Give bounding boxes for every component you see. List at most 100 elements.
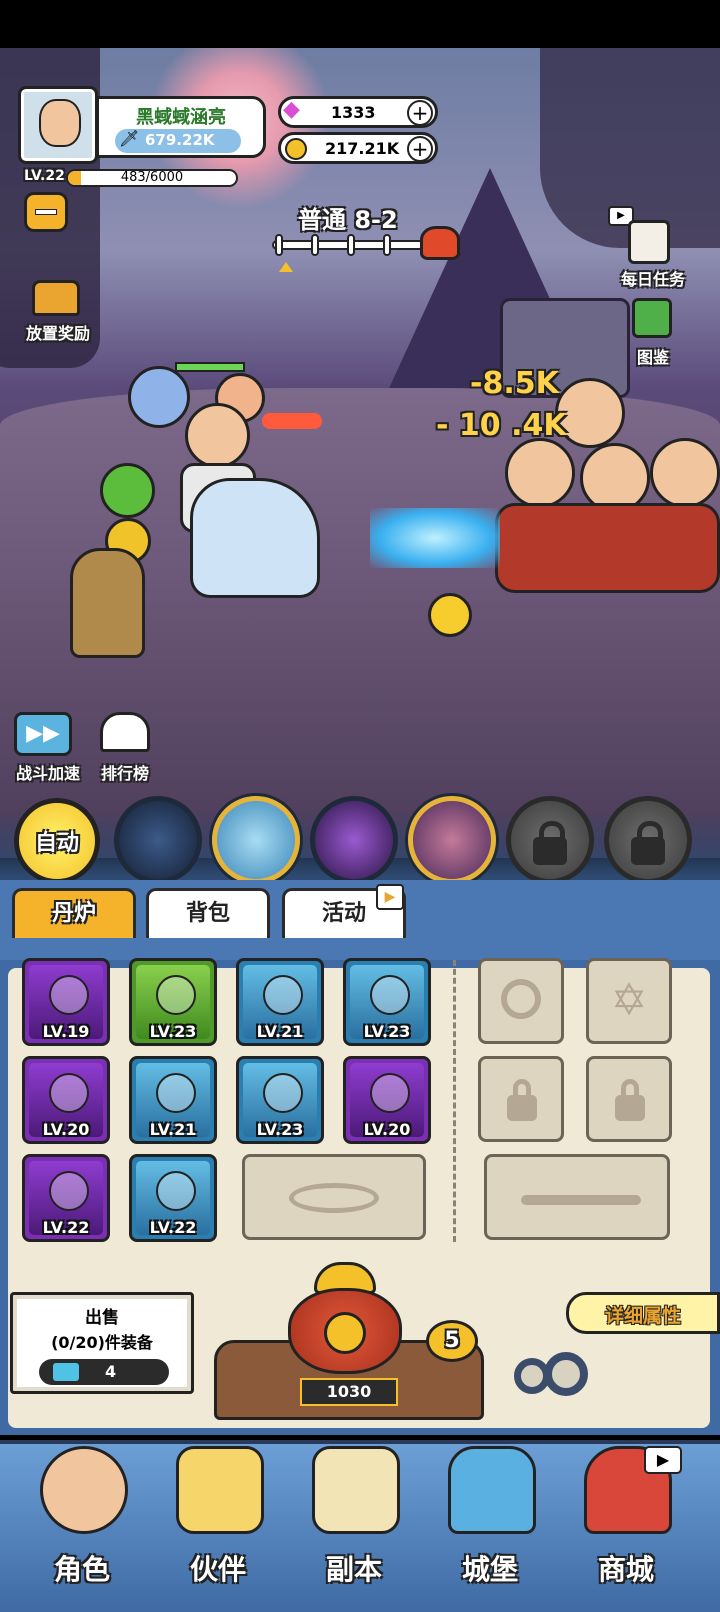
task-list-icon <box>628 220 670 264</box>
equipment-art <box>156 975 196 1015</box>
player-avatar[interactable] <box>18 86 98 164</box>
nav-castle[interactable]: 城堡 <box>430 1438 550 1598</box>
lock-icon <box>631 821 665 865</box>
lock-shackle <box>513 1079 531 1099</box>
equipment-slot[interactable]: LV.20 <box>22 1056 110 1144</box>
equipment-slot[interactable]: LV.21 <box>129 1056 217 1144</box>
sword-icon: 🗡 <box>119 129 140 148</box>
daily-tasks-label: 每日任务 <box>620 270 685 289</box>
equipment-level: LV.22 <box>149 1218 197 1237</box>
leaderboard-button[interactable]: 排行榜 <box>90 706 160 783</box>
add-gems-button[interactable]: + <box>407 100 433 126</box>
character-icon <box>40 1446 128 1534</box>
nav-dungeon[interactable]: 副本 <box>294 1438 414 1598</box>
battle-speed-button[interactable]: ▶▶ 战斗加速 <box>8 712 88 783</box>
ally-unicorn <box>190 478 320 598</box>
equipment-art <box>263 975 303 1015</box>
tab-alchemy-furnace[interactable]: 丹炉 <box>12 888 136 938</box>
stage-node <box>383 234 391 256</box>
nav-partner[interactable]: 伙伴 <box>158 1438 278 1598</box>
equipment-slot[interactable]: LV.21 <box>236 958 324 1046</box>
ticket-icon <box>53 1363 79 1381</box>
empty-slot-talisman[interactable] <box>242 1154 426 1240</box>
equipment-level: LV.20 <box>42 1120 90 1139</box>
auto-label: 自动 <box>34 831 79 856</box>
idle-reward-button[interactable]: 放置奖励 <box>18 280 98 350</box>
locked-slot[interactable] <box>586 1056 672 1142</box>
codex-button[interactable]: 图鉴 <box>618 298 688 370</box>
empty-slot-weapon[interactable] <box>484 1154 670 1240</box>
detail-attributes-button[interactable]: 详细属性 <box>566 1292 720 1334</box>
equipment-level: LV.22 <box>42 1218 90 1237</box>
locked-slot[interactable] <box>478 1056 564 1142</box>
gold-counter: 217.21K + <box>278 132 438 164</box>
equipment-level: LV.23 <box>363 1022 411 1041</box>
damage-number: -8.5K <box>470 366 559 401</box>
spear-emblem-icon <box>521 1195 641 1205</box>
menu-button[interactable] <box>24 192 68 232</box>
enemy-monk-3 <box>650 438 720 508</box>
auto-battle-button[interactable]: 自动 <box>14 798 100 884</box>
shield-emblem-icon <box>501 979 541 1019</box>
damage-number: - 10 .4K <box>436 408 567 443</box>
equipment-level: LV.23 <box>149 1022 197 1041</box>
gem-icon: ◆ <box>283 97 300 122</box>
ally-turtle <box>100 463 155 518</box>
skill-slot-vortex[interactable] <box>310 796 398 884</box>
tab-backpack[interactable]: 背包 <box>146 888 270 938</box>
equipment-slot[interactable]: LV.23 <box>129 958 217 1046</box>
player-info-card[interactable]: 黑蜮蜮涵亮 🗡 679.22K <box>96 96 266 158</box>
equipment-level: LV.19 <box>42 1022 90 1041</box>
skill-slot-ice-orbs[interactable] <box>114 796 202 884</box>
equipment-slot[interactable]: LV.20 <box>343 1056 431 1144</box>
ally-horse <box>70 548 145 658</box>
add-gold-button[interactable]: + <box>407 136 433 162</box>
gems-counter: ◆ 1333 + <box>278 96 438 128</box>
enemy-monk-2 <box>505 438 575 508</box>
player-name: 黑蜮蜮涵亮 <box>136 107 226 128</box>
gold-coin-icon <box>285 138 307 160</box>
podium-icon <box>100 712 150 752</box>
nav-shop[interactable]: ▶ 商城 <box>566 1438 686 1598</box>
enemy-bodies <box>495 503 720 593</box>
idle-reward-label: 放置奖励 <box>25 324 90 343</box>
exp-bar: 483/6000 <box>66 169 238 187</box>
stage-label: 普通 8-2 <box>298 206 398 234</box>
equipment-art <box>49 1073 89 1113</box>
equipment-level: LV.20 <box>363 1120 411 1139</box>
alchemy-furnace[interactable] <box>280 1262 410 1380</box>
empty-slot-shield[interactable] <box>478 958 564 1044</box>
castle-icon <box>448 1446 536 1534</box>
equipment-slot[interactable]: LV.22 <box>22 1154 110 1242</box>
skill-slot-unicorn[interactable] <box>212 796 300 884</box>
equipment-slot[interactable]: LV.23 <box>343 958 431 1046</box>
nav-character[interactable]: 角色 <box>22 1438 142 1598</box>
gems-value: 1333 <box>331 103 376 122</box>
settings-gear-icon[interactable] <box>514 1350 590 1402</box>
minus-icon <box>35 209 57 215</box>
equipment-slot[interactable]: LV.22 <box>129 1154 217 1242</box>
skill-slot-beast[interactable] <box>408 796 496 884</box>
talisman-emblem-icon <box>289 1183 379 1213</box>
skill-slot-locked[interactable] <box>604 796 692 884</box>
equipment-art <box>49 1171 89 1211</box>
equipment-art <box>370 975 410 1015</box>
equipment-art <box>370 1073 410 1113</box>
daily-tasks-button[interactable]: ▶ 每日任务 <box>608 206 698 289</box>
leaderboard-label: 排行榜 <box>100 764 149 783</box>
stage-node <box>311 234 319 256</box>
empty-slot-star[interactable]: ✡ <box>586 958 672 1044</box>
sell-equipment-box[interactable]: 出售 (0/20)件装备 4 <box>10 1292 194 1394</box>
nav-dungeon-label: 副本 <box>325 1553 382 1586</box>
equipment-art <box>156 1171 196 1211</box>
equipment-level: LV.21 <box>256 1022 304 1041</box>
equipment-slot[interactable]: LV.19 <box>22 958 110 1046</box>
equipment-slot[interactable]: LV.23 <box>236 1056 324 1144</box>
equipment-art <box>49 975 89 1015</box>
nav-character-label: 角色 <box>53 1553 110 1586</box>
equipment-art <box>263 1073 303 1113</box>
equipment-level: LV.21 <box>149 1120 197 1139</box>
skill-slot-locked[interactable] <box>506 796 594 884</box>
nav-castle-label: 城堡 <box>461 1553 518 1586</box>
avatar-face <box>39 99 81 147</box>
